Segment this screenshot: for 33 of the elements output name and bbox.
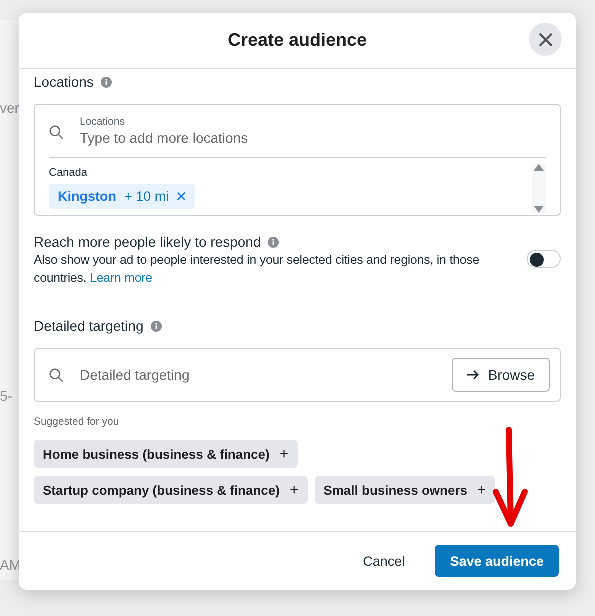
save-button[interactable]: Save audience <box>435 545 559 577</box>
setting-description: Also show your ad to people interested in your selected cities and regions, in those countries. Learn more <box>34 252 481 287</box>
toggle-switch[interactable] <box>527 250 561 268</box>
dialog-title: Create audience <box>228 30 368 51</box>
info-icon <box>100 76 112 88</box>
scroll-up-icon[interactable] <box>534 164 544 171</box>
cancel-button[interactable]: Cancel <box>357 552 412 570</box>
suggestion-chip[interactable]: Small business owners + <box>314 476 496 504</box>
background-text: ver <box>0 100 20 116</box>
search-icon <box>49 368 64 382</box>
scrollbar[interactable] <box>532 164 546 213</box>
search-icon <box>49 124 64 140</box>
suggestion-chip[interactable]: Startup company (business & finance) + <box>34 476 308 504</box>
locations-input[interactable]: Type to add more locations <box>80 128 261 148</box>
country-label: Canada <box>49 167 89 179</box>
scroll-down-icon[interactable] <box>534 206 544 213</box>
targeting-search-field[interactable]: Detailed targeting Browse <box>34 348 561 402</box>
section-label: Locations <box>34 74 94 90</box>
remove-icon[interactable] <box>177 192 186 201</box>
location-tag: Kingston + 10 mi <box>49 184 196 209</box>
section-label: Detailed targeting <box>34 318 144 334</box>
setting-title: Reach more people likely to respond <box>34 233 262 251</box>
suggested-label: Suggested for you <box>34 416 120 428</box>
suggestion-chip[interactable]: Home business (business & finance) + <box>34 440 298 468</box>
info-icon <box>150 320 162 332</box>
background-text: 5- <box>0 388 12 404</box>
close-icon <box>538 32 554 48</box>
arrow-icon <box>467 370 480 380</box>
browse-button[interactable]: Browse <box>452 358 550 392</box>
learn-more-link[interactable]: Learn more <box>90 271 152 285</box>
info-icon <box>268 236 280 248</box>
close-button[interactable] <box>529 23 562 56</box>
field-label: Locations <box>80 116 126 128</box>
